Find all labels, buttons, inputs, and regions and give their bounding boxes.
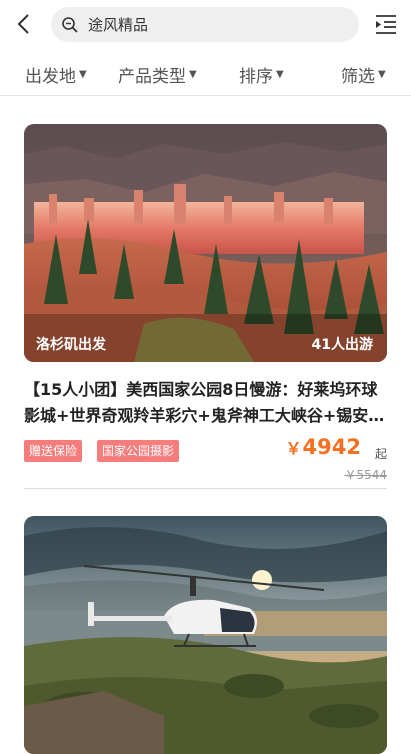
helicopter-landscape-image	[24, 516, 387, 754]
product-price: ￥4942	[286, 435, 361, 459]
caret-down-icon: ▼	[378, 69, 386, 80]
product-photo[interactable]: 洛杉矶出发 41人出游	[24, 124, 387, 362]
search-bar[interactable]	[51, 7, 359, 42]
caret-down-icon: ▼	[79, 69, 87, 80]
filter-sort[interactable]: 排序 ▼	[239, 62, 284, 87]
menu-indent-icon[interactable]	[374, 13, 398, 35]
price-suffix: 起	[374, 447, 387, 461]
filter-bar: 出发地 ▼ 产品类型 ▼ 排序 ▼ 筛选 ▼	[0, 52, 411, 96]
product-photo[interactable]	[24, 516, 387, 754]
product-title[interactable]: 【15人小团】美西国家公园8日慢游：好莱坞环球影城+世界奇观羚羊彩穴+鬼斧神工大…	[24, 377, 387, 429]
filter-label: 出发地	[25, 67, 76, 87]
filter-label: 排序	[239, 67, 273, 87]
departure-label: 洛杉矶出发	[36, 337, 106, 353]
back-chevron-icon[interactable]	[12, 10, 38, 38]
caret-down-icon: ▼	[276, 69, 284, 80]
filter-label: 产品类型	[118, 67, 186, 87]
divider	[24, 488, 387, 489]
search-icon	[62, 17, 78, 33]
participants-label: 41人出游	[311, 337, 373, 353]
original-price: ￥5544	[344, 468, 387, 482]
search-input[interactable]	[88, 7, 348, 42]
product-card[interactable]: 洛杉矶出发 41人出游 【15人小团】美西国家公园8日慢游：好莱坞环球影城+世界…	[24, 124, 387, 494]
top-bar	[0, 0, 411, 48]
filter-screen[interactable]: 筛选 ▼	[341, 62, 386, 87]
tag-photography: 国家公园摄影	[97, 440, 180, 462]
caret-down-icon: ▼	[189, 69, 197, 80]
filter-departure[interactable]: 出发地 ▼	[25, 62, 87, 87]
canyon-landscape-image	[24, 124, 387, 362]
price-symbol: ￥	[285, 439, 302, 458]
filter-label: 筛选	[341, 67, 375, 87]
price-value: 4942	[302, 435, 361, 459]
filter-product-type[interactable]: 产品类型 ▼	[118, 62, 197, 87]
tag-insurance: 赠送保险	[24, 440, 83, 462]
product-card[interactable]	[24, 516, 387, 754]
